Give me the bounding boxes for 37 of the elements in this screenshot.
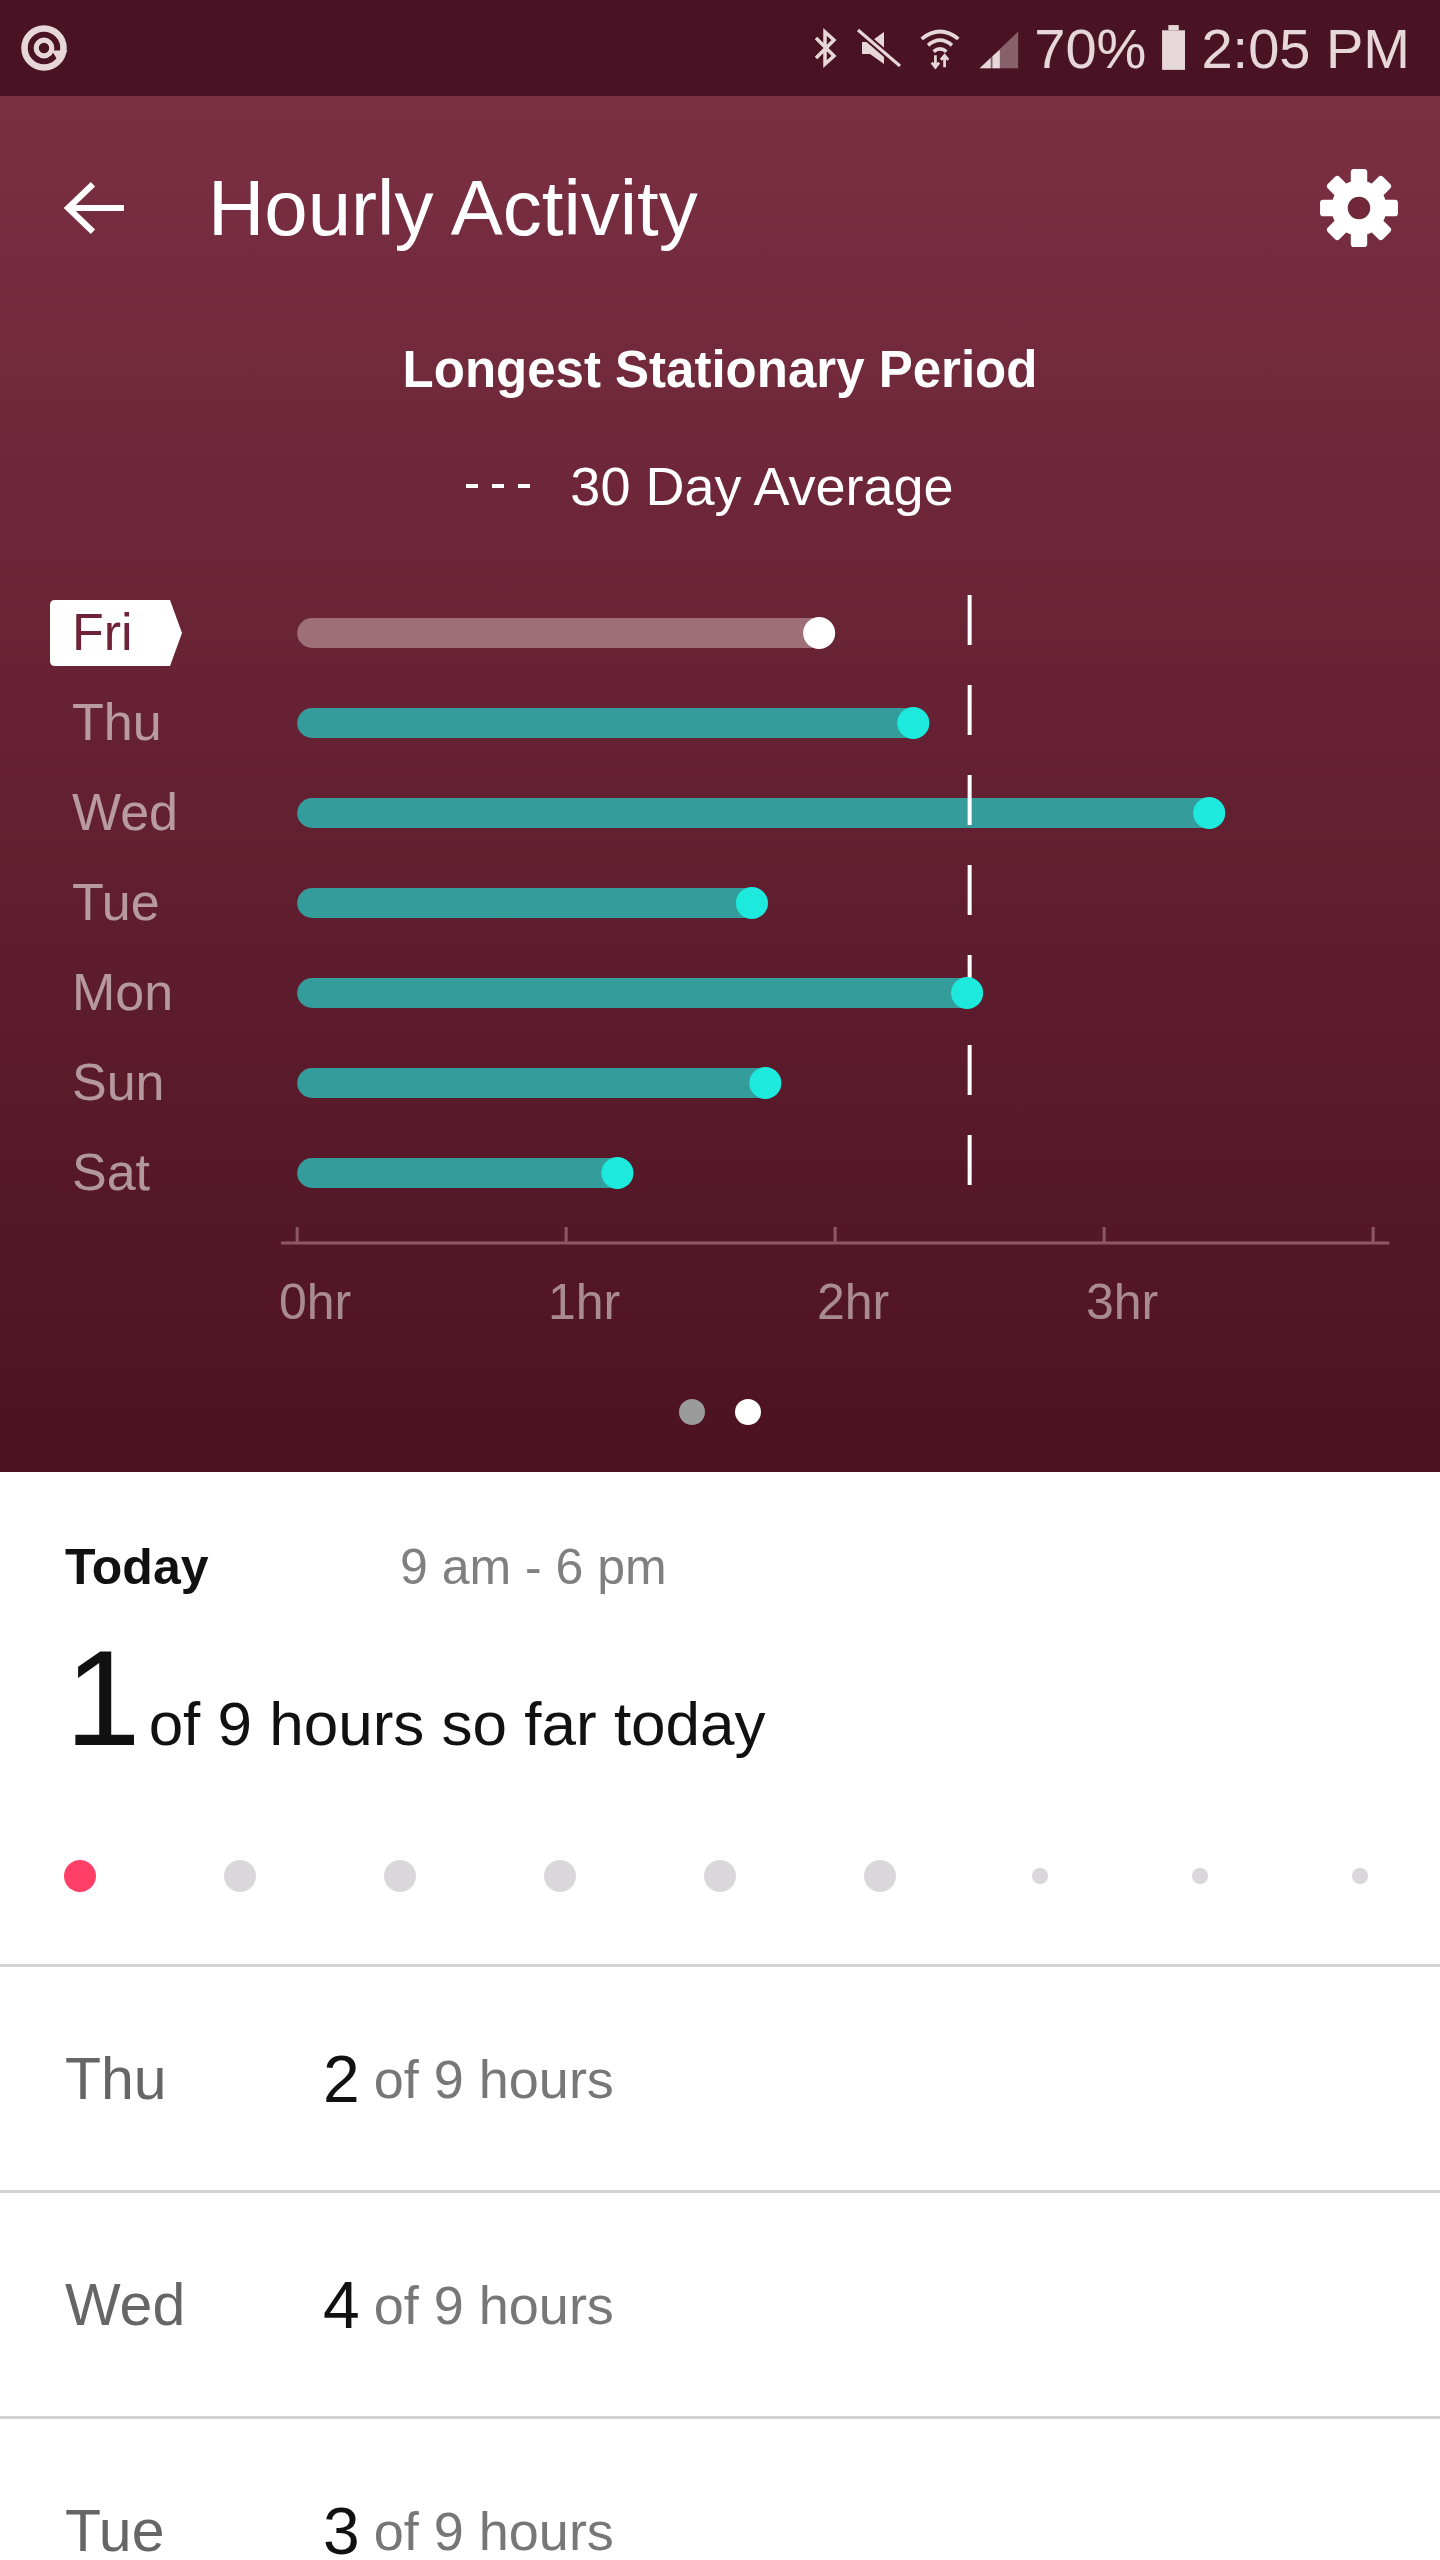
day-label: Sat: [72, 1143, 151, 1201]
hours-summary: of 9 hours: [373, 2047, 614, 2110]
day-label: Thu: [72, 693, 162, 751]
dashed-line-icon: [466, 483, 531, 489]
day-label: Fri: [72, 603, 133, 661]
axis-label: 3hr: [1086, 1274, 1159, 1330]
hour-count: 2: [323, 2040, 360, 2117]
day-row[interactable]: Tue 3 of 9 hours: [0, 2419, 1440, 2560]
chart-title: Longest Stationary Period: [401, 340, 1039, 399]
axis-label: 2hr: [817, 1274, 890, 1330]
day-name: Thu: [65, 2044, 168, 2113]
hour-count: 1: [65, 1621, 141, 1776]
day-name: Wed: [65, 2270, 187, 2339]
day-row[interactable]: Thu 2 of 9 hours: [0, 1967, 1440, 2193]
hour-count: 3: [323, 2492, 360, 2560]
page-indicator-dot[interactable]: [735, 1399, 761, 1425]
legend-label: 30 Day Average: [570, 455, 954, 517]
hour-count: 4: [323, 2266, 360, 2343]
settings-icon[interactable]: [1318, 167, 1400, 249]
day-row[interactable]: Wed 4 of 9 hours: [0, 2193, 1440, 2419]
day-label: Sun: [72, 1053, 165, 1111]
day-label: Wed: [72, 783, 178, 841]
day-label: Tue: [72, 873, 160, 931]
today-label: Today: [65, 1538, 210, 1596]
hours-summary: of 9 hours so far today: [148, 1688, 766, 1759]
axis-label: 0hr: [279, 1274, 352, 1330]
axis-label: 1hr: [548, 1274, 621, 1330]
time-range: 9 am - 6 pm: [400, 1538, 667, 1596]
clock-time: 2:05 PM: [1201, 15, 1410, 81]
battery-percent: 70%: [1034, 15, 1147, 81]
day-name: Tue: [65, 2496, 166, 2560]
day-label: Mon: [72, 963, 174, 1021]
page-indicator-dot[interactable]: [679, 1399, 705, 1425]
battery-icon: [1160, 23, 1188, 73]
hours-summary: of 9 hours: [373, 2499, 614, 2560]
screen-title: Hourly Activity: [208, 162, 699, 254]
hours-summary: of 9 hours: [373, 2273, 614, 2336]
